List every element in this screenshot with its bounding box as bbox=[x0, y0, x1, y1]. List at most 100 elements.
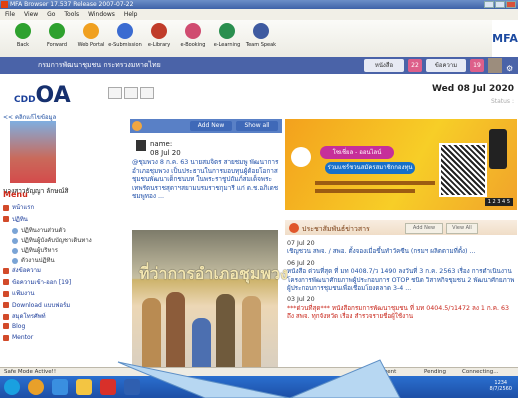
menu-file[interactable]: File bbox=[5, 11, 15, 18]
sidebar-item-icon bbox=[3, 267, 9, 274]
forward-button[interactable]: Forward bbox=[40, 23, 74, 48]
add-news-button[interactable]: Add New bbox=[190, 121, 232, 131]
system-tray[interactable]: EN bbox=[356, 384, 363, 390]
post-body[interactable]: @ชุมพวง 8 ก.ค. 63 นายสมจิตร สายชมพู พัฒน… bbox=[132, 158, 280, 201]
e-submission-button[interactable]: e-Submission bbox=[108, 23, 142, 48]
e-library-label: e-Library bbox=[147, 42, 171, 48]
web-portal-label: Web Portal bbox=[77, 42, 105, 48]
menu-view[interactable]: View bbox=[24, 11, 38, 18]
announcement-date: 06 Jul 20 bbox=[287, 259, 315, 267]
sidebar-item[interactable]: Mentor bbox=[3, 334, 33, 341]
inbox-count-badge[interactable]: 22 bbox=[408, 59, 422, 72]
sidebar-item[interactable]: หน้าแรก bbox=[3, 202, 34, 212]
board-label[interactable]: ข้อความ bbox=[426, 59, 466, 72]
toolbar: Back Forward Web Portal e-Submission e-L… bbox=[0, 20, 518, 58]
sidebar-item-icon bbox=[3, 204, 9, 211]
sidebar-item-icon bbox=[3, 216, 9, 222]
app-task-icon[interactable] bbox=[124, 379, 140, 395]
back-button[interactable]: Back bbox=[6, 23, 40, 48]
team-speak-button[interactable]: Team Speak bbox=[244, 23, 278, 48]
learning-icon bbox=[219, 23, 235, 39]
sidebar-item[interactable]: ปฏิทินผู้บริหาร bbox=[12, 245, 58, 255]
sidebar-item[interactable]: ปฏิทินผู้บังคับบัญชาเดินทาง bbox=[12, 235, 92, 245]
sidebar-item-label: ปฏิทินผู้บังคับบัญชาเดินทาง bbox=[21, 237, 92, 244]
sidebar-item[interactable]: ส่งข้อความ bbox=[3, 265, 41, 275]
promo-banner[interactable]: โซเชี่ยล - ออนไลน์ ร่วมแชร์ชวนสมัครสมาชิ… bbox=[285, 119, 517, 210]
cdd-oa-logo: CDDOA bbox=[14, 83, 71, 108]
sidebar-item-icon bbox=[3, 302, 9, 308]
board-count-badge[interactable]: 19 bbox=[470, 59, 484, 72]
ie-icon[interactable] bbox=[52, 379, 68, 395]
sidebar-item-label: Blog bbox=[12, 322, 26, 330]
announcement-text[interactable]: หนังสือ ด่วนที่สุด ที่ มท 0408.7/ว 1490 … bbox=[287, 268, 515, 293]
home-icon bbox=[83, 23, 99, 39]
announcement-list: 07 Jul 20 เชิญชวน สพจ. / สพอ. ตั้งจองเมื… bbox=[287, 240, 515, 325]
photo-caption: ที่ว่าการอำเภอชุมพวง bbox=[139, 264, 288, 283]
e-learning-button[interactable]: e-Learning bbox=[210, 23, 244, 48]
banner-logo bbox=[291, 147, 311, 167]
contacts-small-icon[interactable] bbox=[124, 87, 138, 99]
calendar-icon bbox=[185, 23, 201, 39]
minimize-button[interactable] bbox=[484, 1, 494, 8]
list-item[interactable]: 03 Jul 20 ***ด่วนที่สุด*** หนังสือกรมการ… bbox=[287, 296, 515, 321]
sidebar-item[interactable]: Blog bbox=[3, 323, 25, 330]
sidebar-item[interactable]: แฟ้มงาน bbox=[3, 288, 34, 298]
show-all-news-button[interactable]: Show all bbox=[236, 121, 278, 131]
web-portal-button[interactable]: Web Portal bbox=[74, 23, 108, 48]
sidebar-item-icon bbox=[12, 257, 18, 264]
list-item[interactable]: 07 Jul 20 เชิญชวน สพจ. / สพอ. ตั้งจองเมื… bbox=[287, 240, 515, 257]
menu-go[interactable]: Go bbox=[47, 11, 55, 18]
e-submission-label: e-Submission bbox=[108, 42, 142, 48]
inbox-label[interactable]: หนังสือ bbox=[364, 59, 404, 72]
sidebar-item[interactable]: ปฏิทินงานส่วนตัว bbox=[12, 225, 66, 235]
info-small-icon[interactable] bbox=[140, 87, 154, 99]
sidebar-item-label: ปฏิทินผู้บริหาร bbox=[21, 247, 58, 254]
e-library-button[interactable]: e-Library bbox=[142, 23, 176, 48]
sidebar-item-label: หน้าแรก bbox=[12, 204, 35, 211]
news-icon bbox=[132, 121, 142, 131]
menu-help[interactable]: Help bbox=[124, 11, 138, 18]
sidebar-item[interactable]: Download แบบฟอร์ม bbox=[3, 300, 70, 310]
sidebar-item[interactable]: ปฏิทิน bbox=[3, 214, 28, 224]
news-card-header: Add New Show all bbox=[130, 119, 282, 133]
settings-gear-icon[interactable]: ⚙ bbox=[506, 60, 513, 77]
site-title: กรมการพัฒนาชุมชน กระทรวงมหาดไทย bbox=[38, 61, 161, 69]
banner-pager[interactable]: 1 2 3 4 5 bbox=[484, 198, 513, 206]
e-learning-label: e-Learning bbox=[213, 42, 241, 48]
sidebar-item[interactable]: ตัวงานปฏิทิน bbox=[12, 255, 55, 265]
banner-line1: โซเชี่ยล - ออนไลน์ bbox=[320, 146, 394, 159]
home-small-icon[interactable] bbox=[108, 87, 122, 99]
announcement-title: ประชาสัมพันธ์ข่าวสาร bbox=[302, 225, 370, 233]
document-icon bbox=[117, 23, 133, 39]
e-booking-label: e-Booking bbox=[180, 42, 206, 48]
forward-arrow-icon bbox=[49, 23, 65, 39]
sidebar-item-label: ส่งข้อความ bbox=[12, 267, 42, 274]
post-date: 08 Jul 20 bbox=[150, 149, 181, 157]
announcement-icon bbox=[289, 223, 299, 233]
qr-code-image bbox=[439, 143, 487, 197]
menu-windows[interactable]: Windows bbox=[88, 11, 115, 18]
app-icon bbox=[1, 1, 8, 8]
sidebar-item[interactable]: สมุดโทรศัพท์ bbox=[3, 311, 46, 321]
announcement-text[interactable]: ***ด่วนที่สุด*** หนังสือกรมการพัฒนาชุมชน… bbox=[287, 305, 515, 322]
close-button[interactable] bbox=[506, 1, 516, 8]
maximize-button[interactable] bbox=[495, 1, 505, 8]
pdf-icon[interactable] bbox=[100, 379, 116, 395]
user-avatar[interactable] bbox=[488, 58, 502, 73]
team-speak-label: Team Speak bbox=[245, 42, 277, 48]
list-item[interactable]: 06 Jul 20 หนังสือ ด่วนที่สุด ที่ มท 0408… bbox=[287, 260, 515, 294]
folder-icon[interactable] bbox=[76, 379, 92, 395]
e-booking-button[interactable]: e-Booking bbox=[176, 23, 210, 48]
chrome-icon[interactable] bbox=[28, 379, 44, 395]
add-announcement-button[interactable]: Add New bbox=[405, 223, 443, 234]
clock[interactable]: 1234 8/7/2560 bbox=[490, 380, 512, 392]
sidebar-item-icon bbox=[3, 334, 9, 341]
sidebar-item-icon bbox=[12, 237, 18, 244]
sidebar-item-icon bbox=[3, 323, 9, 329]
menu-tools[interactable]: Tools bbox=[64, 11, 79, 18]
view-all-announcements-button[interactable]: View All bbox=[446, 223, 478, 234]
announcement-text[interactable]: เชิญชวน สพจ. / สพอ. ตั้งจองเมื่อขึ้นทำวั… bbox=[287, 248, 515, 256]
banner-line2: ร่วมแชร์ชวนสมัครสมาชิกกองทุน bbox=[325, 162, 415, 174]
start-button-icon[interactable] bbox=[4, 379, 20, 395]
sidebar-item[interactable]: ข้อความเข้า-ออก [19] bbox=[3, 277, 71, 287]
